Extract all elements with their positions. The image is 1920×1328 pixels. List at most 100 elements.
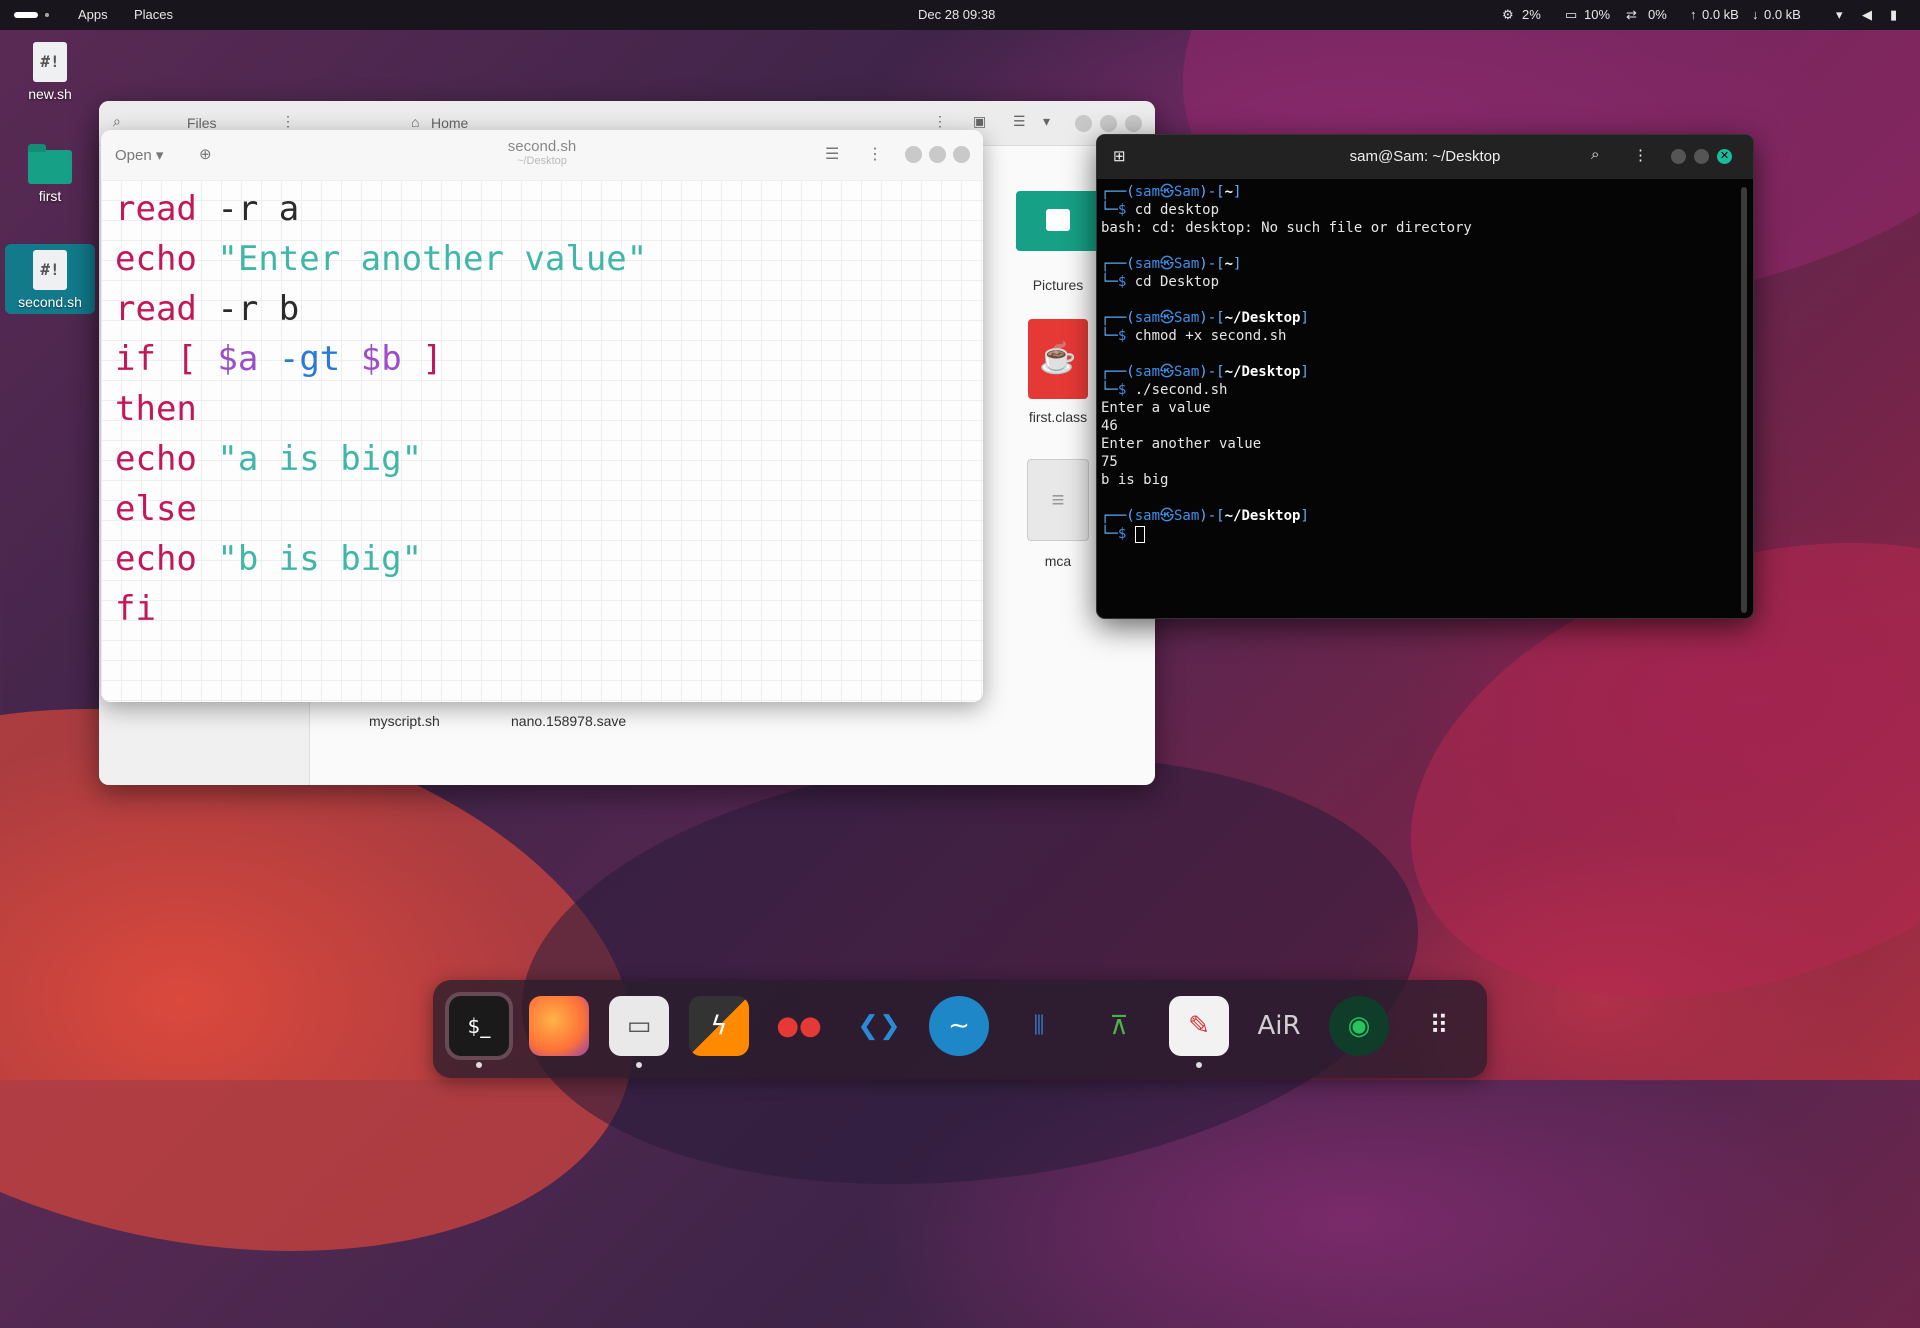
maximize-button[interactable] [1100,115,1117,132]
code-token: then [115,389,197,429]
grid-item-mca[interactable]: ≡ mca [1008,459,1108,569]
code-token: echo [115,239,197,279]
prompt-part: sam㉿Sam [1134,310,1200,326]
volume-icon[interactable]: ◀ [1862,0,1872,30]
home-icon: ⌂ [411,114,420,130]
workspace-indicator[interactable] [14,12,38,18]
sublime-icon[interactable]: ϟ [689,996,749,1056]
terminal-prompt: ┌──(sam㉿Sam)-[~/Desktop] [1101,309,1309,327]
search-icon[interactable]: ⌕ [113,113,121,130]
wireshark-icon[interactable]: ∼ [929,996,989,1056]
memory-icon: ▭ [1565,7,1578,22]
aircrack-icon[interactable]: AiR [1249,996,1309,1056]
maximize-button[interactable] [1694,149,1709,164]
app-grid-icon[interactable]: ⠿ [1409,996,1469,1056]
grid-item-label: first.class [1028,409,1088,425]
battery-icon[interactable]: ▮ [1890,0,1897,30]
places-menu[interactable]: Places [134,0,173,30]
hacker-icon[interactable]: ◉ [1329,996,1389,1056]
close-button[interactable] [1125,115,1142,132]
workspace-dot[interactable] [45,13,49,17]
running-indicator [636,1062,642,1068]
command-part: └─ [1101,328,1118,344]
vscode-icon[interactable]: ❮❯ [849,996,909,1056]
prompt-part: )-[ [1199,508,1225,524]
new-folder-icon[interactable]: ▣ [973,113,986,130]
cpu-usage: 2% [1522,7,1541,22]
file-item-myscript[interactable]: myscript.sh [369,713,440,729]
download-speed: 0.0 kB [1764,7,1801,22]
code-editor-area[interactable]: read -r a echo "Enter another value" read … [101,180,983,702]
grid-item-label: Pictures [1032,277,1084,293]
close-button[interactable] [953,146,970,163]
prompt-part: ] [1233,184,1242,200]
terminal-command: └─$ chmod +x second.sh [1101,327,1286,345]
files-icon[interactable]: ▭ [609,996,669,1056]
desktop-icon-new-sh[interactable]: #! new.sh [5,42,95,102]
search-icon[interactable]: ⌕ [1591,146,1599,163]
code-token: echo [115,439,197,479]
grid-item-pictures[interactable]: Pictures [1008,191,1108,293]
dock: $_ ▭ ϟ ●● ❮❯ ∼ ⫴ ⊼ ✎ AiR ◉ ⠿ [433,980,1487,1078]
code-line: else [115,484,197,534]
grid-item-label: mca [1044,553,1072,569]
prompt-part: ┌──( [1101,364,1135,380]
terminal-command: └─$ cd desktop [1101,201,1219,219]
terminal-prompt: ┌──(sam㉿Sam)-[~] [1101,255,1241,273]
code-token: "b is big" [217,539,423,579]
mixer-icon[interactable]: ⫴ [1009,996,1069,1056]
files-title: Files [187,115,217,131]
editor-filename: second.sh [507,138,577,155]
wifi-icon[interactable]: ▾ [1836,0,1843,30]
prompt-part: ] [1300,508,1309,524]
prompt-part: ] [1300,364,1309,380]
java-file-icon: ☕ [1028,319,1088,399]
terminal-output-line: Enter another value [1101,436,1262,452]
cherrytree-icon[interactable]: ●● [769,996,829,1056]
terminal-prompt: ┌──(sam㉿Sam)-[~/Desktop] [1101,363,1309,381]
swap-icon: ⇄ [1626,7,1637,22]
minimize-button[interactable] [1075,115,1092,132]
desktop-icon-label: first [38,188,62,204]
terminal-output-line: Enter a value [1101,400,1211,416]
folder-icon [28,144,72,184]
code-token: echo [115,539,197,579]
terminal-output[interactable]: ┌──(sam㉿Sam)-[~] └─$ cd desktop bash: cd: … [1097,183,1737,613]
desktop-icon-second-sh[interactable]: #! second.sh [5,244,95,314]
minimize-button[interactable] [905,146,922,163]
file-item-nano-save[interactable]: nano.158978.save [511,713,626,729]
view-list-icon[interactable]: ☰ [1013,113,1026,130]
files-menu-icon[interactable]: ⋮ [281,113,295,130]
hamburger-menu-icon[interactable]: ☰ [825,144,839,164]
download-icon: ↓ [1752,7,1759,22]
terminal-title: sam@Sam: ~/Desktop [1349,148,1501,165]
kebab-menu-icon[interactable]: ⋮ [867,144,883,164]
firefox-icon[interactable] [529,996,589,1056]
terminal-scrollbar[interactable] [1741,187,1747,613]
apps-menu[interactable]: Apps [78,0,108,30]
terminal-output-line: bash: cd: desktop: No such file or direc… [1101,220,1472,236]
kebab-menu-icon[interactable]: ⋮ [1633,146,1648,164]
location-menu-icon[interactable]: ⋮ [933,113,947,130]
code-token: $b [360,339,402,379]
terminal-icon[interactable]: $_ [445,992,513,1060]
editor-icon[interactable]: ✎ [1169,996,1229,1056]
command-part: └─ [1101,202,1118,218]
prompt-part: ~/Desktop [1224,310,1301,326]
prompt-part: sam㉿Sam [1134,256,1200,272]
grid-item-first-class[interactable]: ☕ first.class [1008,319,1108,425]
script-file-icon: #! [33,42,67,82]
minimize-button[interactable] [1671,149,1686,164]
view-options-icon[interactable]: ▾ [1043,113,1050,130]
maximize-button[interactable] [929,146,946,163]
location-home[interactable]: Home [431,115,468,131]
clock[interactable]: Dec 28 09:38 [918,0,995,30]
desktop-icon-first[interactable]: first [5,144,95,204]
close-button[interactable]: ✕ [1717,149,1732,164]
desktop-icon-label: second.sh [5,294,95,310]
radio-icon[interactable]: ⊼ [1089,996,1149,1056]
command-part: chmod +x second.sh [1134,328,1287,344]
